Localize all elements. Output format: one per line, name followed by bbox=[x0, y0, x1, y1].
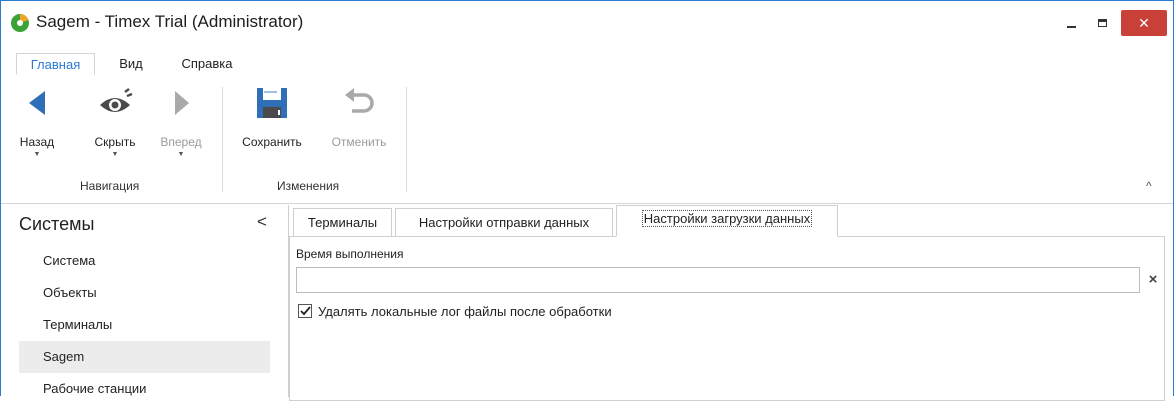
close-button[interactable]: ✕ bbox=[1121, 10, 1167, 36]
sidebar-item-system[interactable]: Система bbox=[19, 245, 270, 277]
undo-icon bbox=[345, 88, 374, 113]
collapse-sidebar-button[interactable]: < bbox=[257, 212, 267, 232]
delete-logs-checkbox[interactable] bbox=[298, 304, 312, 318]
sidebar: Системы < Система Объекты Терминалы Sage… bbox=[11, 205, 281, 397]
tab-panel: Время выполнения × Удалять локальные лог… bbox=[289, 236, 1165, 401]
arrow-right-icon bbox=[175, 91, 189, 115]
group-separator bbox=[406, 87, 407, 192]
group-label-navigation: Навигация bbox=[80, 179, 140, 193]
minimize-icon bbox=[1066, 26, 1076, 28]
maximize-icon bbox=[1097, 19, 1107, 27]
app-logo-icon bbox=[11, 13, 29, 32]
tab-load-settings-label: Настройки загрузки данных bbox=[641, 210, 813, 227]
tab-terminals[interactable]: Терминалы bbox=[293, 208, 392, 237]
hide-label: Скрыть bbox=[94, 135, 136, 149]
save-button[interactable]: Сохранить bbox=[233, 81, 311, 149]
back-label: Назад bbox=[19, 135, 55, 149]
dropdown-arrow-icon: ▼ bbox=[177, 151, 185, 158]
back-button[interactable]: Назад ▼ bbox=[15, 81, 59, 159]
title-bar: Sagem - Timex Trial (Administrator) ✕ bbox=[1, 1, 1173, 45]
ribbon-tab-strip: Главная Вид Справка bbox=[1, 48, 1173, 76]
undo-button[interactable]: Отменить bbox=[321, 81, 397, 149]
group-label-changes: Изменения bbox=[277, 179, 340, 193]
dropdown-arrow-icon: ▼ bbox=[111, 151, 119, 158]
sidebar-item-sagem[interactable]: Sagem bbox=[19, 341, 270, 373]
tab-send-settings[interactable]: Настройки отправки данных bbox=[395, 208, 613, 237]
ribbon-tab-home[interactable]: Главная bbox=[16, 53, 95, 75]
clear-icon[interactable]: × bbox=[1146, 270, 1160, 290]
sidebar-title: Системы bbox=[19, 214, 95, 234]
arrow-left-icon bbox=[29, 91, 45, 115]
checkmark-icon bbox=[299, 306, 311, 316]
forward-button[interactable]: Вперед ▼ bbox=[153, 81, 209, 159]
window-title: Sagem - Timex Trial (Administrator) bbox=[36, 12, 304, 31]
minimize-button[interactable] bbox=[1061, 10, 1081, 36]
sidebar-item-workstations[interactable]: Рабочие станции bbox=[19, 373, 270, 405]
execution-time-input[interactable] bbox=[296, 267, 1140, 293]
save-label: Сохранить bbox=[242, 135, 302, 149]
ribbon-panel: Назад ▼ Скрыть ▼ Вперед ▼ Навигация Сохр… bbox=[1, 75, 1173, 204]
close-icon: ✕ bbox=[1138, 14, 1150, 31]
dropdown-arrow-icon: ▼ bbox=[33, 151, 41, 158]
ribbon-tab-help[interactable]: Справка bbox=[173, 53, 241, 75]
collapse-ribbon-button[interactable]: ^ bbox=[1146, 179, 1152, 193]
tab-load-settings[interactable]: Настройки загрузки данных bbox=[616, 205, 838, 237]
hide-button[interactable]: Скрыть ▼ bbox=[87, 81, 143, 159]
delete-logs-label: Удалять локальные лог файлы после обрабо… bbox=[318, 303, 612, 319]
undo-label: Отменить bbox=[331, 135, 387, 149]
save-disk-icon bbox=[257, 88, 287, 118]
group-separator bbox=[222, 87, 223, 192]
eye-icon bbox=[100, 88, 133, 112]
sidebar-item-objects[interactable]: Объекты bbox=[19, 277, 270, 309]
execution-time-label: Время выполнения bbox=[296, 247, 404, 261]
ribbon-tab-view[interactable]: Вид bbox=[105, 53, 157, 75]
main-content: Терминалы Настройки отправки данных Наст… bbox=[289, 205, 1169, 401]
app-window: Sagem - Timex Trial (Administrator) ✕ Гл… bbox=[0, 0, 1174, 401]
delete-logs-option[interactable]: Удалять локальные лог файлы после обрабо… bbox=[298, 302, 612, 320]
forward-label: Вперед bbox=[160, 135, 202, 149]
sidebar-item-terminals[interactable]: Терминалы bbox=[19, 309, 270, 341]
maximize-button[interactable] bbox=[1092, 10, 1112, 36]
